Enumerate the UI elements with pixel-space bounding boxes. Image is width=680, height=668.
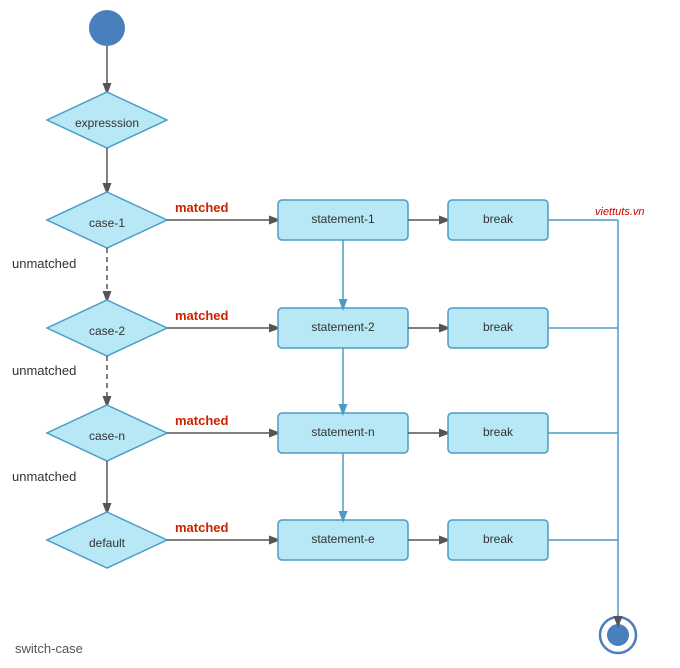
- unmatched-label-2: unmatched: [12, 363, 76, 378]
- end-circle-inner: [607, 624, 629, 646]
- stmt1-label: statement-1: [311, 212, 375, 226]
- matched-label-1: matched: [175, 200, 229, 215]
- break2-label: break: [483, 320, 514, 334]
- matched-label-2: matched: [175, 308, 229, 323]
- break1-label: break: [483, 212, 514, 226]
- watermark-text: viettuts.vn: [595, 206, 645, 218]
- case1-label: case-1: [89, 216, 125, 230]
- switch-case-label: switch-case: [15, 641, 83, 656]
- breake-label: break: [483, 532, 514, 546]
- stmte-label: statement-e: [311, 532, 375, 546]
- matched-label-default: matched: [175, 520, 229, 535]
- stmtn-label: statement-n: [311, 425, 374, 439]
- casen-label: case-n: [89, 429, 125, 443]
- unmatched-label-1: unmatched: [12, 256, 76, 271]
- case2-label: case-2: [89, 324, 125, 338]
- stmt2-label: statement-2: [311, 320, 375, 334]
- breakn-label: break: [483, 425, 514, 439]
- matched-label-n: matched: [175, 413, 229, 428]
- start-circle: [89, 10, 125, 46]
- unmatched-label-n: unmatched: [12, 469, 76, 484]
- default-label: default: [89, 536, 126, 550]
- expression-label: expresssion: [75, 116, 139, 130]
